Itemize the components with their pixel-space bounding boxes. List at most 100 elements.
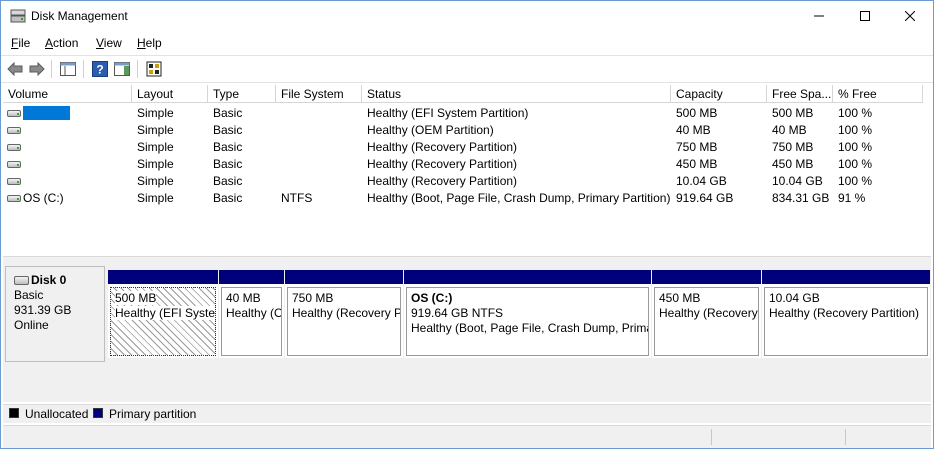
- legend-label-unallocated: Unallocated: [25, 407, 89, 421]
- partition-status: Healthy (Recovery Partition): [659, 306, 758, 320]
- volume-status: Healthy (EFI System Partition): [367, 106, 529, 120]
- volume-layout: Simple: [137, 191, 174, 205]
- column-header-layout[interactable]: Layout: [132, 85, 208, 103]
- partition-type-bar: [652, 270, 761, 285]
- legend: Unallocated Primary partition: [3, 404, 931, 423]
- legend-swatch-unallocated: [9, 408, 19, 418]
- menu-view[interactable]: View: [96, 36, 122, 50]
- partition-size: 40 MB: [226, 291, 261, 305]
- volume-icon: [7, 195, 21, 202]
- partition-type-bar: [404, 270, 651, 285]
- partition-status: Healthy (OEM Partition): [226, 306, 281, 320]
- show-hide-console-tree-icon: [60, 62, 76, 76]
- toolbar-separator: [51, 60, 52, 78]
- volume-layout: Simple: [137, 140, 174, 154]
- legend-label-primary-partition: Primary partition: [109, 407, 197, 421]
- menu-action[interactable]: Action: [45, 36, 78, 50]
- partition-content: 10.04 GB Healthy (Recovery Partition): [764, 287, 928, 356]
- partition-content: 40 MB Healthy (OEM Partition): [221, 287, 282, 356]
- partition-block[interactable]: 10.04 GB Healthy (Recovery Partition): [762, 270, 930, 358]
- volume-name-selection[interactable]: [23, 106, 70, 120]
- volume-type: Basic: [213, 157, 243, 171]
- volume-list: Volume Layout Type File System Status Ca…: [3, 85, 931, 255]
- volume-type: Basic: [213, 174, 243, 188]
- help-button[interactable]: ?: [91, 60, 109, 78]
- volume-row[interactable]: OS (C:) Simple Basic NTFS Healthy (Boot,…: [3, 190, 931, 207]
- menu-help[interactable]: Help: [137, 36, 162, 50]
- volume-free-space: 750 MB: [772, 140, 814, 154]
- volume-free-space: 40 MB: [772, 123, 807, 137]
- back-button[interactable]: [6, 60, 24, 78]
- volume-row[interactable]: Simple Basic Healthy (Recovery Partition…: [3, 139, 931, 156]
- column-header-percent-free[interactable]: % Free: [833, 85, 923, 103]
- partition-block[interactable]: 450 MB Healthy (Recovery Partition): [652, 270, 761, 358]
- column-header-status[interactable]: Status: [362, 85, 671, 103]
- partition-size: 10.04 GB: [769, 291, 820, 305]
- partition-status: Healthy (Boot, Page File, Crash Dump, Pr…: [411, 321, 648, 335]
- volume-icon: [7, 110, 21, 117]
- volume-type: Basic: [213, 123, 243, 137]
- volume-percent-free: 100 %: [838, 123, 873, 137]
- partition-type-bar: [762, 270, 930, 285]
- partition-status: Healthy (Recovery Partition): [769, 306, 920, 320]
- column-header-free-space[interactable]: Free Spa...: [767, 85, 833, 103]
- partition-block[interactable]: 750 MB Healthy (Recovery Partition): [285, 270, 403, 358]
- volume-status: Healthy (Boot, Page File, Crash Dump, Pr…: [367, 191, 671, 205]
- svg-text:?: ?: [96, 63, 103, 77]
- partition-type-bar: [108, 270, 218, 285]
- status-bar-pane: [845, 429, 846, 445]
- close-button[interactable]: [887, 1, 933, 31]
- volume-row[interactable]: Simple Basic Healthy (Recovery Partition…: [3, 173, 931, 190]
- forward-button[interactable]: [28, 60, 46, 78]
- volume-name: OS (C:): [23, 191, 64, 205]
- volume-icon: [7, 161, 21, 168]
- volume-row[interactable]: Simple Basic Healthy (EFI System Partiti…: [3, 105, 931, 122]
- partition-block[interactable]: 500 MB Healthy (EFI System Partition): [108, 270, 218, 358]
- column-header-capacity[interactable]: Capacity: [671, 85, 767, 103]
- volume-capacity: 450 MB: [676, 157, 718, 171]
- volume-capacity: 10.04 GB: [676, 174, 727, 188]
- volume-free-space: 500 MB: [772, 106, 814, 120]
- title-bar[interactable]: Disk Management: [1, 1, 933, 31]
- volume-icon: [7, 144, 21, 151]
- column-header-file-system[interactable]: File System: [276, 85, 362, 103]
- disk-0-label[interactable]: Disk 0 Basic 931.39 GB Online: [5, 266, 105, 362]
- volume-percent-free: 91 %: [838, 191, 866, 205]
- column-header-type[interactable]: Type: [208, 85, 276, 103]
- maximize-button[interactable]: [842, 1, 888, 31]
- show-hide-console-tree-button[interactable]: [59, 60, 77, 78]
- action-pane-button[interactable]: [113, 60, 131, 78]
- volume-capacity: 500 MB: [676, 106, 718, 120]
- maximize-icon: [860, 11, 870, 21]
- disk-name: Disk 0: [31, 273, 67, 287]
- column-header-volume[interactable]: Volume: [3, 85, 132, 103]
- volume-capacity: 919.64 GB: [676, 191, 734, 205]
- volume-row[interactable]: Simple Basic Healthy (OEM Partition) 40 …: [3, 122, 931, 139]
- minimize-button[interactable]: [796, 1, 842, 31]
- partition-name: OS (C:): [411, 291, 453, 305]
- volume-free-space: 450 MB: [772, 157, 814, 171]
- volume-percent-free: 100 %: [838, 157, 873, 171]
- partition-block[interactable]: OS (C:) 919.64 GB NTFS Healthy (Boot, Pa…: [404, 270, 651, 358]
- disk-management-app-icon: [10, 9, 26, 23]
- back-icon: [7, 62, 23, 76]
- properties-button[interactable]: [145, 60, 163, 78]
- volume-capacity: 40 MB: [676, 123, 711, 137]
- partition-content: 750 MB Healthy (Recovery Partition): [287, 287, 401, 356]
- volume-status: Healthy (OEM Partition): [367, 123, 494, 137]
- partition-block[interactable]: 40 MB Healthy (OEM Partition): [219, 270, 284, 358]
- menu-file[interactable]: File: [11, 36, 30, 50]
- close-icon: [905, 11, 915, 21]
- volume-capacity: 750 MB: [676, 140, 718, 154]
- volume-icon: [7, 127, 21, 134]
- hard-disk-icon: [14, 276, 29, 286]
- partition-content: 500 MB Healthy (EFI System Partition): [110, 287, 216, 356]
- volume-status: Healthy (Recovery Partition): [367, 140, 518, 154]
- window-title: Disk Management: [31, 9, 128, 23]
- partition-size: 750 MB: [292, 291, 334, 305]
- partition-size: 450 MB: [659, 291, 701, 305]
- partition-size: 500 MB: [115, 291, 157, 305]
- volume-layout: Simple: [137, 123, 174, 137]
- toolbar: ?: [1, 55, 933, 83]
- volume-row[interactable]: Simple Basic Healthy (Recovery Partition…: [3, 156, 931, 173]
